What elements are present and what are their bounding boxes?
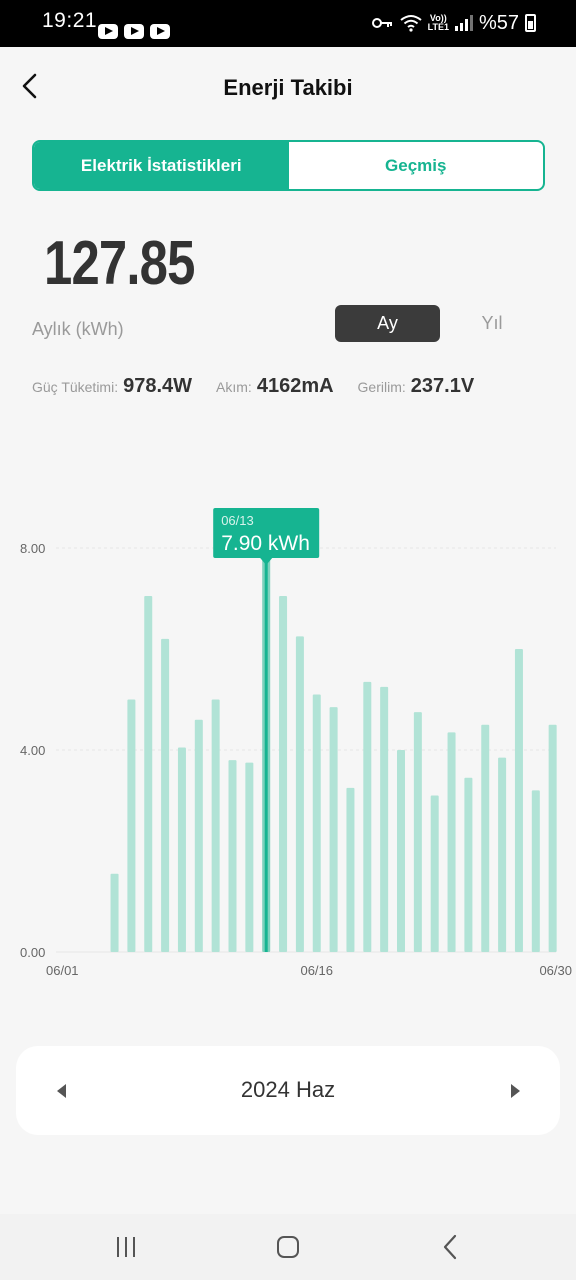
chart-bar[interactable] [413,712,422,952]
app-header: Enerji Takibi [0,47,576,127]
power-value: 978.4W [123,375,193,397]
period-year-button[interactable]: Yıl [462,305,522,342]
youtube-icon [124,24,144,39]
current-label: Akım: [216,379,252,395]
back-icon [443,1234,457,1260]
next-month-button[interactable] [500,1076,530,1106]
tooltip-pointer [260,558,273,565]
home-icon [277,1236,299,1258]
vpn-key-icon [371,18,392,28]
chart-bar[interactable] [397,750,405,952]
monthly-energy-value: 127.85 [44,229,195,298]
chart-bar[interactable] [194,719,203,952]
tab-electric-statistics[interactable]: Elektrik İstatistikleri [34,142,289,189]
chart-bar[interactable] [245,762,254,952]
chart-bar[interactable] [363,681,372,952]
status-time: 19:21 [42,9,98,32]
month-selector: 2024 Haz [16,1046,560,1135]
network-type: Vo)) LTE1 [427,13,449,32]
live-stats: Güç Tüketimi: 978.4W Akım: 4162mA Gerili… [32,375,474,398]
bar-chart[interactable]: 0.00 4.00 8.00 06/01 06/16 06/30 06/13 7.90 kWh [0,500,576,990]
chart-bar[interactable] [514,649,523,952]
power-stat: Güç Tüketimi: 978.4W [32,375,192,398]
chart-bar[interactable] [498,757,507,952]
chart-bar[interactable] [177,747,186,952]
y-tick-label: 8.00 [20,541,45,556]
chart-bar[interactable] [447,732,456,952]
month-label: 2024 Haz [240,1077,336,1102]
chart-bar[interactable] [279,595,288,952]
home-button[interactable] [268,1230,308,1264]
chart-bar[interactable] [110,873,119,952]
y-tick-label: 0.00 [20,945,45,960]
chart-bar[interactable] [228,760,237,952]
youtube-icon [150,24,170,39]
wifi-icon [400,15,422,32]
status-bar: 19:21 Vo)) LTE1 %57 [0,0,576,47]
x-tick-label: 06/16 [300,963,333,978]
system-nav-bar [0,1214,576,1280]
period-month-button[interactable]: Ay [335,305,440,342]
recent-apps-button[interactable] [106,1230,146,1264]
tooltip-value: 7.90 kWh [221,532,310,555]
battery-icon [525,14,536,32]
battery-percent: %57 [478,11,519,34]
chart-bar[interactable] [312,694,321,952]
chart-bar[interactable] [531,790,540,952]
y-tick-label: 4.00 [20,743,45,758]
page-title: Enerji Takibi [223,75,353,100]
chart-bar[interactable] [548,724,557,952]
power-label: Güç Tüketimi: [32,379,119,395]
chart-bar[interactable] [144,595,153,952]
current-value: 4162mA [256,375,334,397]
chart-bar[interactable] [161,638,170,952]
voltage-value: 237.1V [410,375,475,397]
chart-bar[interactable] [380,686,389,952]
nav-back-button[interactable] [430,1230,470,1264]
current-stat: Akım: 4162mA [216,375,334,398]
chart-bar[interactable] [464,777,473,952]
x-tick-label: 06/01 [46,963,79,978]
chart-bar[interactable] [481,724,490,952]
chart-bar[interactable] [211,699,220,953]
recent-apps-icon [117,1237,135,1257]
chart-bar[interactable] [295,636,304,952]
chart-bar[interactable] [346,787,355,952]
caret-right-icon [510,1084,520,1098]
chart-bar[interactable] [127,699,136,953]
youtube-icon [98,24,118,39]
tab-history[interactable]: Geçmiş [289,142,544,189]
signal-icon [454,15,473,31]
chart-bar[interactable] [430,795,439,952]
x-tick-label: 06/30 [539,963,572,978]
tooltip-date: 06/13 [221,513,254,528]
voltage-stat: Gerilim: 237.1V [358,375,475,398]
daily-energy-chart[interactable]: 0.00 4.00 8.00 06/01 06/16 06/30 06/13 7.90 kWh [0,500,576,990]
chart-bar[interactable] [329,707,338,952]
tab-bar: Elektrik İstatistikleri Geçmiş [32,140,545,191]
unit-label: Aylık (kWh) [32,319,124,339]
voltage-label: Gerilim: [357,379,406,395]
